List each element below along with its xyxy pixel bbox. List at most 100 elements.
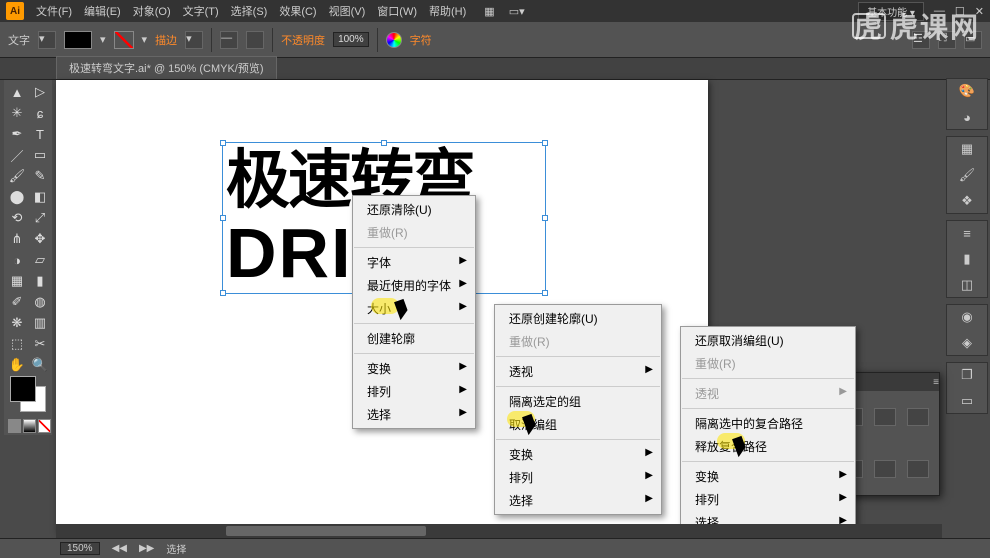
stroke-swatch[interactable]	[114, 31, 134, 49]
ctx2-select[interactable]: 选择▶	[495, 489, 661, 512]
h-scroll-thumb[interactable]	[226, 526, 426, 536]
ctx1-font[interactable]: 字体▶	[353, 251, 475, 274]
dist-right-icon[interactable]	[907, 460, 929, 478]
menu-effect[interactable]: 效果(C)	[275, 1, 320, 21]
menu-object[interactable]: 对象(O)	[129, 1, 175, 21]
bridge-icon[interactable]: ▭▾	[509, 5, 525, 18]
ctx2-arrange[interactable]: 排列▶	[495, 466, 661, 489]
ctx2-perspective[interactable]: 透视▶	[495, 360, 661, 383]
scale-tool[interactable]: ⤢	[29, 208, 51, 228]
eyedropper-tool[interactable]: ✐	[6, 292, 28, 312]
ctx2-transform[interactable]: 变换▶	[495, 443, 661, 466]
rect-tool[interactable]: ▭	[29, 145, 51, 165]
nav-next-icon[interactable]: ▶▶	[139, 543, 154, 554]
rotate-tool[interactable]: ⟲	[6, 208, 28, 228]
brushes-icon[interactable]: 🖌	[956, 166, 978, 184]
ctx2-isolate[interactable]: 隔离选定的组	[495, 390, 661, 413]
window-minimize[interactable]: —	[934, 5, 945, 17]
fill-dropdown-icon[interactable]: ▾	[100, 33, 106, 46]
stroke-weight[interactable]: ▾	[185, 31, 203, 49]
menu-window[interactable]: 窗口(W)	[373, 1, 421, 21]
shape-builder-tool[interactable]: ◑	[6, 250, 28, 270]
free-transform-tool[interactable]: ✥	[29, 229, 51, 249]
lasso-tool[interactable]: ɕ	[29, 103, 51, 123]
transparency-icon[interactable]: ◫	[956, 276, 978, 294]
color-well[interactable]	[6, 376, 51, 418]
appearance-icon[interactable]: ◉	[956, 308, 978, 326]
ctx2-undo[interactable]: 还原创建轮廓(U)	[495, 307, 661, 330]
panel-menu-icon[interactable]: ≡	[933, 377, 939, 388]
eraser-tool[interactable]: ◧	[29, 187, 51, 207]
transform-icon[interactable]: ⛶	[938, 31, 956, 49]
vp-icon[interactable]	[246, 31, 264, 49]
align-bottom-icon[interactable]	[907, 408, 929, 426]
ctx1-transform[interactable]: 变换▶	[353, 357, 475, 380]
color-panel-icon[interactable]: 🎨	[956, 82, 978, 100]
opacity-label[interactable]: 不透明度	[281, 32, 325, 48]
perspective-tool[interactable]: ▱	[29, 250, 51, 270]
mesh-tool[interactable]: ▦	[6, 271, 28, 291]
opacity-field[interactable]: 100%	[333, 32, 369, 47]
slice-tool[interactable]: ✂	[29, 334, 51, 354]
fill-swatch[interactable]	[64, 31, 92, 49]
stroke-panel-icon[interactable]: ≡	[956, 224, 978, 242]
window-close[interactable]: ✕	[975, 5, 984, 18]
h-scrollbar[interactable]	[56, 524, 942, 538]
document-tab[interactable]: 极速转弯文字.ai* @ 150% (CMYK/预览)	[56, 56, 277, 79]
ctx3-arrange[interactable]: 排列▶	[681, 488, 855, 511]
artboard-tool[interactable]: ⬚	[6, 334, 28, 354]
gradient-tool[interactable]: ▮	[29, 271, 51, 291]
ctx1-select[interactable]: 选择▶	[353, 403, 475, 426]
symbols-icon[interactable]: ❖	[956, 192, 978, 210]
stroke-label[interactable]: 描边	[155, 32, 177, 48]
width-tool[interactable]: ⋔	[6, 229, 28, 249]
pen-tool[interactable]: ✒	[6, 124, 28, 144]
menu-type[interactable]: 文字(T)	[179, 1, 223, 21]
ctx1-create-outline[interactable]: 创建轮廓	[353, 327, 475, 350]
char-label[interactable]: 字符	[410, 32, 432, 48]
type-tool[interactable]: T	[29, 124, 51, 144]
ctx1-size[interactable]: 大小▶	[353, 297, 475, 320]
layers-icon[interactable]: ❐	[956, 366, 978, 384]
menu-help[interactable]: 帮助(H)	[425, 1, 470, 21]
dropdown-icon[interactable]: ▾	[38, 31, 56, 49]
layout-icon[interactable]: ▦	[484, 5, 494, 18]
zoom-field[interactable]: 150%	[60, 542, 100, 555]
ctx2-ungroup[interactable]: 取消编组	[495, 413, 661, 436]
zoom-tool[interactable]: 🔍	[29, 355, 51, 375]
graph-tool[interactable]: ▥	[29, 313, 51, 333]
prefs-icon[interactable]: ▭	[964, 31, 982, 49]
selection-tool[interactable]: ▲	[6, 82, 28, 102]
blend-tool[interactable]: ◍	[29, 292, 51, 312]
graphic-styles-icon[interactable]: ◈	[956, 334, 978, 352]
ctx3-transform[interactable]: 变换▶	[681, 465, 855, 488]
ctx3-isolate[interactable]: 隔离选中的复合路径	[681, 412, 855, 435]
menu-edit[interactable]: 编辑(E)	[80, 1, 125, 21]
menu-file[interactable]: 文件(F)	[32, 1, 76, 21]
stroke-dropdown-icon[interactable]: ▾	[142, 33, 148, 46]
recolor-icon[interactable]	[386, 32, 402, 48]
workspace-switcher[interactable]: 基本功能 ▾	[858, 2, 924, 21]
symbol-spray-tool[interactable]: ❋	[6, 313, 28, 333]
nav-prev-icon[interactable]: ◀◀	[112, 543, 127, 554]
swatches-icon[interactable]: ▦	[956, 140, 978, 158]
ctx3-undo[interactable]: 还原取消编组(U)	[681, 329, 855, 352]
pencil-tool[interactable]: ✎	[29, 166, 51, 186]
fill-modes[interactable]	[6, 419, 51, 433]
color-guide-icon[interactable]: ◕	[956, 108, 978, 126]
gradient-panel-icon[interactable]: ▮	[956, 250, 978, 268]
ctx1-arrange[interactable]: 排列▶	[353, 380, 475, 403]
menu-view[interactable]: 视图(V)	[325, 1, 370, 21]
ctx3-release[interactable]: 释放复合路径	[681, 435, 855, 458]
line-tool[interactable]: ／	[6, 145, 28, 165]
blob-tool[interactable]: ⬤	[6, 187, 28, 207]
window-maximize[interactable]: ☐	[955, 5, 965, 18]
ctx1-recent-fonts[interactable]: 最近使用的字体▶	[353, 274, 475, 297]
hand-tool[interactable]: ✋	[6, 355, 28, 375]
direct-select-tool[interactable]: ▷	[29, 82, 51, 102]
brush-def[interactable]: —	[220, 31, 238, 49]
magic-wand-tool[interactable]: ✳	[6, 103, 28, 123]
dist-hcenter-icon[interactable]	[874, 460, 896, 478]
brush-tool[interactable]: 🖌	[6, 166, 28, 186]
align-vcenter-icon[interactable]	[874, 408, 896, 426]
